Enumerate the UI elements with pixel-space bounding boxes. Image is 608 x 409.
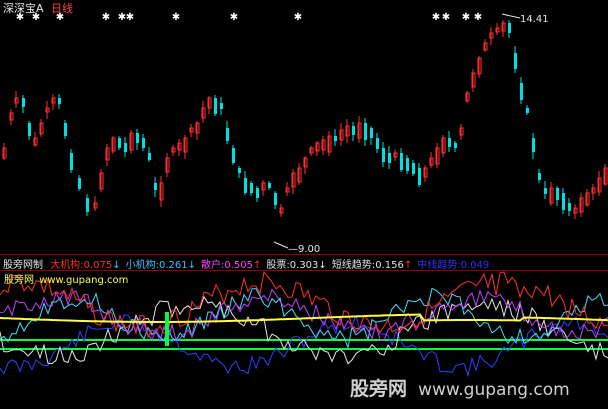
signal-spike	[165, 312, 169, 346]
watermark-name: 股旁网	[350, 378, 408, 400]
sub-indicator-name: 股旁网	[4, 275, 34, 286]
series-medium-trend	[0, 314, 608, 378]
watermark: 股旁网 www.gupang.com	[350, 374, 570, 401]
sub-indicator-tag: 股旁网 www.gupang.com	[4, 271, 128, 286]
sub-indicator-url: www.gupang.com	[39, 275, 129, 286]
watermark-url: www.gupang.com	[418, 380, 570, 400]
indicator-chart[interactable]	[0, 0, 608, 409]
